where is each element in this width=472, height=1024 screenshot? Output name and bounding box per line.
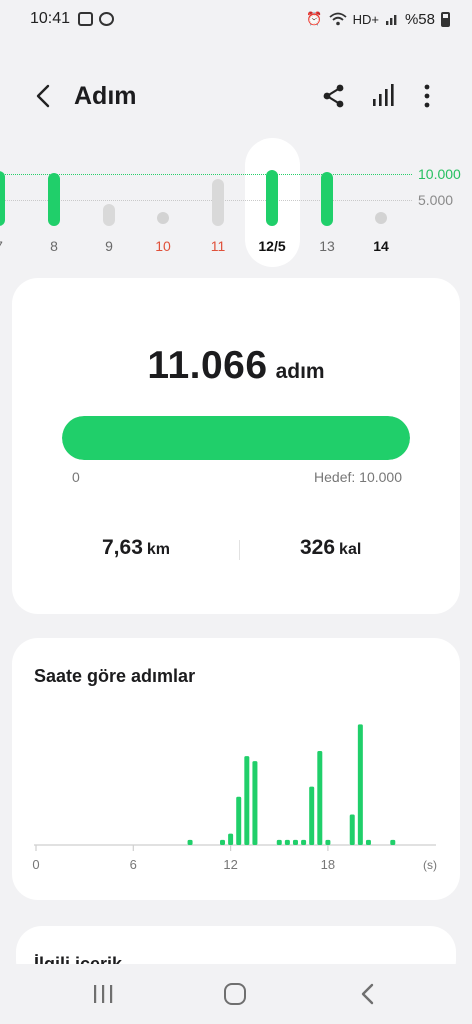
hourly-bar-12	[317, 751, 323, 845]
gallery-notification-icon	[78, 12, 94, 26]
hourly-x-tick-label-1: 6	[130, 857, 137, 872]
hourly-bar-7	[276, 839, 282, 845]
steps-total: 11.066 adım	[12, 344, 460, 388]
half-goal-line-label: 5.000	[418, 192, 454, 208]
distance-stat: 7,63 km	[102, 536, 170, 560]
alarm-icon: ⏰	[306, 11, 323, 26]
distance-unit: km	[146, 541, 170, 558]
goal-line	[0, 174, 412, 175]
calories-value: 326	[300, 536, 336, 559]
page-title: Adım	[74, 82, 137, 110]
progress-start-label: 0	[72, 469, 80, 485]
day-label-7[interactable]: 13	[307, 238, 347, 254]
calories-unit: kal	[339, 541, 362, 558]
hourly-bar-3	[228, 833, 234, 845]
day-bar-1[interactable]	[0, 171, 5, 226]
hourly-bar-6	[252, 761, 258, 845]
hourly-steps-card[interactable]: Saate göre adımlar 0 6 12 18 (s)	[12, 638, 460, 900]
hourly-steps-chart: 0 6 12 18 (s)	[32, 724, 437, 872]
day-bar-6[interactable]	[266, 170, 278, 226]
whatsapp-notification-icon	[99, 12, 115, 26]
goal-progress-fill	[62, 416, 410, 460]
back-chevron-icon[interactable]	[32, 82, 56, 110]
hourly-x-unit-label: (s)	[423, 858, 437, 872]
day-bar-5[interactable]	[212, 179, 224, 226]
hourly-x-tick-label-2: 12	[223, 857, 237, 872]
more-vertical-icon[interactable]	[413, 82, 441, 110]
home-icon[interactable]	[224, 983, 246, 1005]
hourly-bar-10	[301, 839, 307, 845]
nav-back-icon[interactable]	[358, 982, 378, 1006]
day-label-1[interactable]: 7	[0, 238, 19, 254]
day-label-4[interactable]: 10	[143, 238, 183, 254]
day-bar-3[interactable]	[103, 203, 115, 226]
wifi-icon	[329, 12, 347, 26]
status-bar: 10:41 ⏰ HD+ %58	[0, 0, 472, 38]
day-bar-7[interactable]	[321, 172, 333, 226]
goal-line-label: 10.000	[418, 166, 461, 182]
hourly-x-tick-label-3: 18	[321, 857, 335, 872]
stat-divider	[239, 540, 240, 560]
day-label-2[interactable]: 8	[34, 238, 74, 254]
steps-count: 11.066	[147, 344, 268, 387]
battery-percent: %58	[404, 10, 435, 28]
hourly-bar-17	[390, 839, 396, 845]
hourly-bar-11	[309, 786, 315, 845]
day-label-5[interactable]: 11	[198, 238, 238, 254]
hourly-bar-16	[365, 839, 371, 845]
steps-summary-card: 11.066 adım 0 Hedef: 10.000 7,63 km 326 kal	[12, 278, 460, 614]
calories-stat: 326 kal	[300, 536, 361, 560]
day-label-8[interactable]: 14	[361, 238, 401, 254]
day-bar-4[interactable]	[157, 212, 169, 224]
steps-unit: adım	[275, 360, 325, 383]
goal-label: Hedef: 10.000	[314, 469, 402, 485]
bar-chart-icon[interactable]	[370, 82, 398, 110]
status-right: ⏰ HD+ %58	[306, 11, 450, 28]
hourly-bar-8	[284, 839, 290, 845]
weekly-steps-strip[interactable]: 10.000 5.000 789 10 11 12/5 13 14	[0, 138, 472, 268]
hourly-bar-4	[236, 796, 242, 845]
half-goal-line	[0, 200, 412, 201]
day-bar-2[interactable]	[48, 172, 60, 226]
status-time: 10:41	[30, 10, 71, 27]
share-icon[interactable]	[320, 82, 348, 110]
hourly-bar-1	[187, 839, 193, 845]
hourly-bar-9	[292, 839, 298, 845]
goal-progress-bar	[62, 416, 410, 460]
app-header: Adım	[0, 70, 472, 122]
signal-icon	[385, 15, 397, 25]
distance-value: 7,63	[102, 536, 143, 559]
hourly-x-tick-label-0: 0	[32, 857, 39, 872]
network-type: HD+	[352, 11, 379, 27]
day-label-6[interactable]: 12/5	[252, 238, 292, 254]
recents-icon[interactable]	[92, 984, 114, 1004]
battery-icon	[441, 11, 450, 27]
day-bar-8[interactable]	[375, 212, 387, 224]
hourly-bar-2	[220, 839, 225, 845]
system-nav-bar	[0, 964, 472, 1024]
hourly-bar-5	[244, 756, 250, 845]
hourly-bar-13	[325, 839, 331, 845]
hourly-bar-14	[349, 814, 355, 845]
hourly-bar-15	[357, 724, 363, 845]
day-label-3[interactable]: 9	[89, 238, 129, 254]
